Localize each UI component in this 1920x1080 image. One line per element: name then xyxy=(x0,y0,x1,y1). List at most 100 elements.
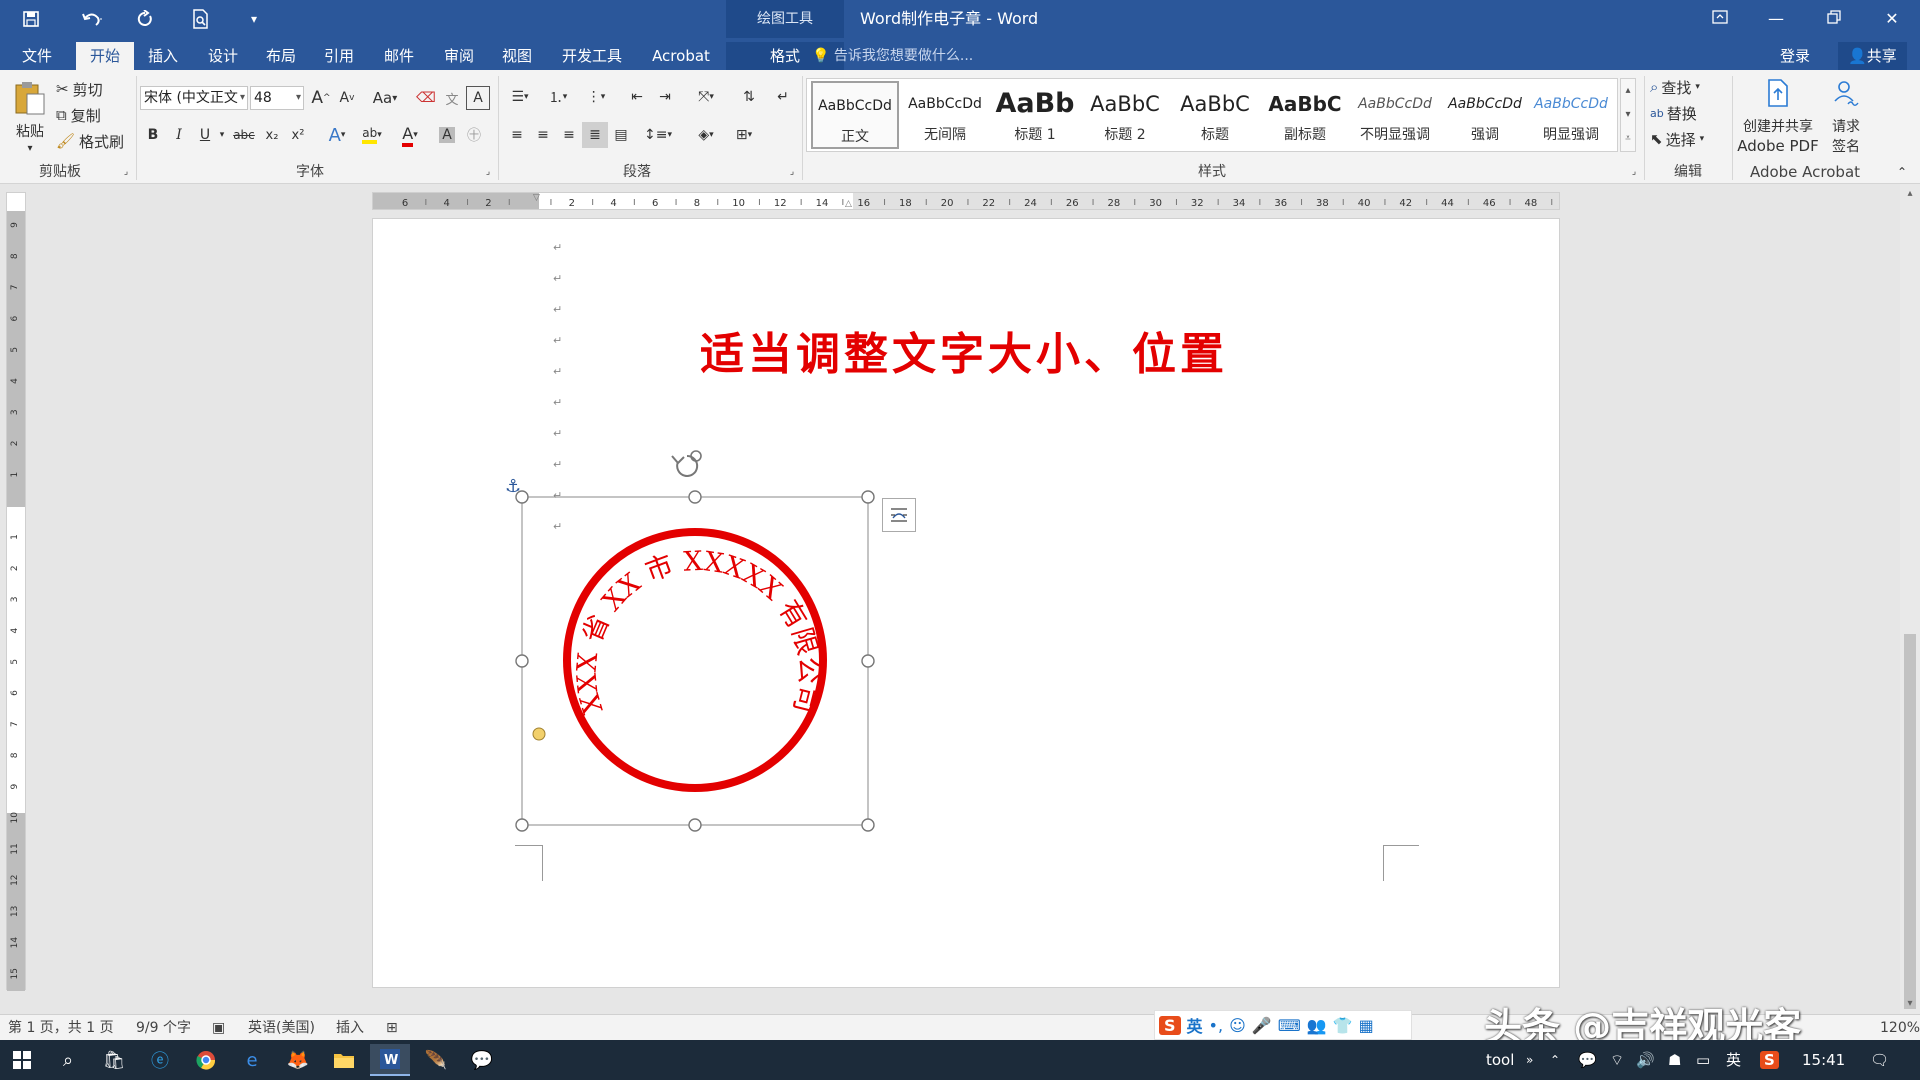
paste-dropdown-icon[interactable]: ▾ xyxy=(20,142,40,154)
copy-button[interactable]: ⧉ 复制 xyxy=(56,104,114,126)
chevron-up-icon[interactable]: ▴ xyxy=(1621,79,1635,103)
save-icon[interactable] xyxy=(16,6,46,32)
style-item[interactable]: AaBbCcDd 正文 xyxy=(811,81,899,149)
clear-formatting-icon[interactable]: ⌫ xyxy=(414,86,438,110)
align-left-icon[interactable]: ≡ xyxy=(504,122,530,148)
battery-icon[interactable]: ▭ xyxy=(1696,1040,1710,1080)
justify-icon[interactable]: ≣ xyxy=(582,122,608,148)
zoom-level[interactable]: 120% xyxy=(1880,1015,1920,1041)
character-shading-icon[interactable]: A xyxy=(436,122,458,148)
tray-toolbar-label[interactable]: tool xyxy=(1486,1040,1514,1080)
microphone-icon[interactable]: 🎤 xyxy=(1252,1016,1272,1035)
superscript-button[interactable]: x² xyxy=(286,122,310,148)
chrome-icon[interactable] xyxy=(186,1044,226,1076)
collapse-ribbon-icon[interactable]: ⌃ xyxy=(1894,164,1910,180)
align-right-icon[interactable]: ≡ xyxy=(556,122,582,148)
style-item[interactable]: AaBbCcDd 强调 xyxy=(1441,81,1529,149)
style-item[interactable]: AaBbC 标题 xyxy=(1171,81,1259,149)
clipboard-launcher-icon[interactable]: ⌟ xyxy=(120,166,132,178)
style-item[interactable]: AaBbCcDd 不明显强调 xyxy=(1351,81,1439,149)
login-link[interactable]: 登录 xyxy=(1780,42,1810,70)
scrollbar-thumb[interactable] xyxy=(1904,634,1916,1009)
paste-icon[interactable] xyxy=(10,78,50,118)
tab-view[interactable]: 视图 xyxy=(494,42,540,70)
close-icon[interactable]: ✕ xyxy=(1864,0,1920,38)
customize-icon[interactable]: ▾ xyxy=(244,6,264,32)
underline-dropdown-icon[interactable]: ▾ xyxy=(216,122,228,148)
tab-insert[interactable]: 插入 xyxy=(140,42,186,70)
borders-icon[interactable]: ⊞ ▾ xyxy=(726,122,762,148)
request-sign-line1[interactable]: 请求 xyxy=(1826,116,1866,136)
input-language[interactable]: 英 xyxy=(1726,1040,1741,1080)
layout-options-icon[interactable] xyxy=(882,498,916,532)
tray-app-icon[interactable]: ☗ xyxy=(1668,1040,1681,1080)
sogou-tray-icon[interactable]: S xyxy=(1760,1040,1779,1080)
print-preview-icon[interactable] xyxy=(186,6,216,32)
enclose-characters-icon[interactable]: ㊉ xyxy=(462,122,486,148)
create-pdf-icon[interactable] xyxy=(1738,76,1818,110)
shrink-font-icon[interactable]: Av xyxy=(336,86,358,110)
style-item[interactable]: AaBbCcDd 明显强调 xyxy=(1527,81,1615,149)
first-line-indent-marker[interactable]: ▽ xyxy=(533,193,540,203)
restore-icon[interactable] xyxy=(1806,0,1862,38)
notification-icon[interactable]: 🗨 xyxy=(1870,1040,1889,1080)
firefox-icon[interactable]: 🦊 xyxy=(278,1044,318,1076)
font-launcher-icon[interactable]: ⌟ xyxy=(482,166,494,178)
proofing-icon[interactable]: ▣ xyxy=(212,1015,225,1041)
edge-icon[interactable]: e xyxy=(232,1044,272,1076)
replace-button[interactable]: ab 替换 xyxy=(1650,102,1724,124)
right-indent-marker[interactable]: △ xyxy=(845,199,852,209)
strikethrough-button[interactable]: abc xyxy=(230,122,258,148)
search-icon[interactable]: ⌕ xyxy=(48,1044,88,1076)
bullets-icon[interactable]: ☰ ▾ xyxy=(502,84,538,110)
ribbon-display-icon[interactable] xyxy=(1692,0,1748,38)
chevron-up-icon[interactable]: ⌃ xyxy=(1550,1040,1560,1080)
emoji-icon[interactable]: ☺ xyxy=(1229,1016,1246,1035)
tab-file[interactable]: 文件 xyxy=(10,42,64,70)
paragraph-launcher-icon[interactable]: ⌟ xyxy=(786,166,798,178)
chevron-down-icon[interactable]: ▾ xyxy=(1621,103,1635,127)
format-painter-button[interactable]: 🖌 格式刷 xyxy=(56,130,128,152)
user-icon[interactable]: 👥 xyxy=(1307,1016,1327,1035)
style-item[interactable]: AaBbCcDd 无间隔 xyxy=(901,81,989,149)
text-effects-icon[interactable]: A ▾ xyxy=(322,122,352,148)
font-family-select[interactable]: 宋体 (中文正文 ▾ xyxy=(140,86,248,110)
font-size-select[interactable]: 48 ▾ xyxy=(250,86,304,110)
italic-button[interactable]: I xyxy=(168,122,190,148)
style-item[interactable]: AaBbC 标题 2 xyxy=(1081,81,1169,149)
styles-gallery-scroll[interactable]: ▴ ▾ ⩡ xyxy=(1620,78,1636,152)
ime-lang-toggle[interactable]: 英 xyxy=(1187,1013,1203,1037)
tab-home[interactable]: 开始 xyxy=(76,42,134,70)
tab-design[interactable]: 设计 xyxy=(200,42,246,70)
sogou-logo-icon[interactable]: S xyxy=(1159,1015,1181,1035)
sort-icon[interactable]: ⇅ xyxy=(736,84,762,110)
decrease-indent-icon[interactable]: ⇤ xyxy=(624,84,650,110)
chinese-layout-icon[interactable]: ⤧ ▾ xyxy=(688,84,724,110)
toolbox-icon[interactable]: ▦ xyxy=(1359,1016,1374,1035)
stamp-shape[interactable]: ⚓ XXX 省 XX 市 XXXXX 有限公司 xyxy=(500,440,920,840)
select-button[interactable]: ⬉ 选择 ▾ xyxy=(1650,128,1724,150)
font-color-icon[interactable]: A ▾ xyxy=(394,122,426,148)
show-marks-icon[interactable]: ↵ xyxy=(770,84,796,110)
phonetic-guide-icon[interactable]: 文 xyxy=(440,86,464,110)
app-icon[interactable]: 🪶 xyxy=(416,1044,456,1076)
numbering-icon[interactable]: ⒈ ▾ xyxy=(540,84,576,110)
tab-references[interactable]: 引用 xyxy=(316,42,362,70)
language-status[interactable]: 英语(美国) xyxy=(248,1015,315,1041)
tab-mailings[interactable]: 邮件 xyxy=(376,42,422,70)
multilevel-list-icon[interactable]: ⋮ ▾ xyxy=(578,84,614,110)
cut-button[interactable]: ✂ 剪切 xyxy=(56,78,114,100)
share-button[interactable]: 👤共享 xyxy=(1838,42,1907,70)
keyboard-icon[interactable]: ⌨ xyxy=(1278,1016,1301,1035)
underline-button[interactable]: U xyxy=(194,122,216,148)
paste-button-label[interactable]: 粘贴 xyxy=(8,120,52,142)
volume-icon[interactable]: 🔊 xyxy=(1636,1040,1655,1080)
word-app-icon[interactable]: W xyxy=(370,1044,410,1076)
create-pdf-line1[interactable]: 创建并共享 xyxy=(1732,116,1824,136)
word-count[interactable]: 9/9 个字 xyxy=(136,1015,191,1041)
find-button[interactable]: ⌕ 查找 ▾ xyxy=(1650,76,1724,98)
insert-mode[interactable]: 插入 xyxy=(336,1015,364,1041)
redo-icon[interactable] xyxy=(130,6,160,32)
grow-font-icon[interactable]: A ^ xyxy=(310,86,332,110)
macro-record-icon[interactable]: ⊞ xyxy=(386,1015,398,1041)
